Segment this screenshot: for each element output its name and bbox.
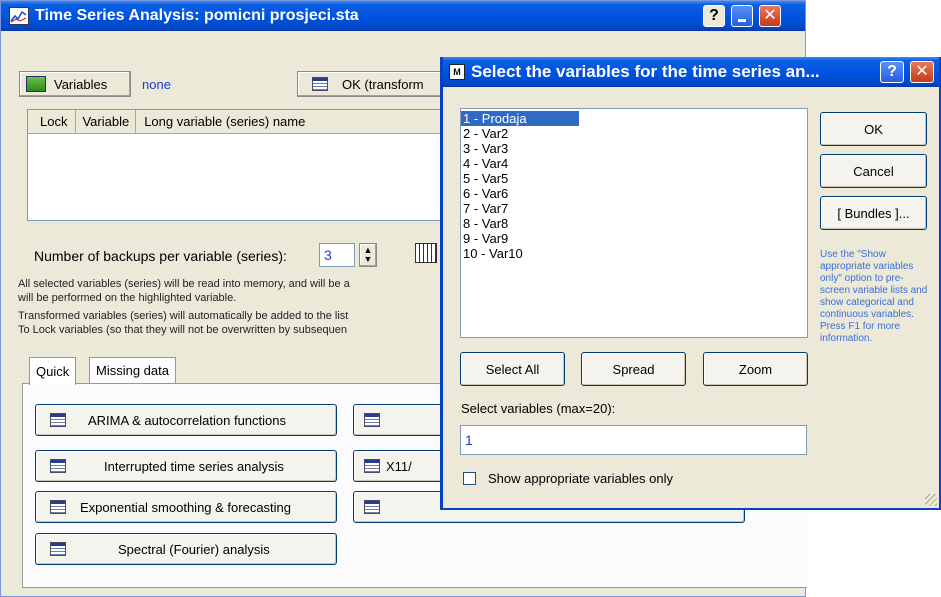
close-icon: ✕: [915, 63, 929, 80]
variable-list-item[interactable]: 7 - Var7: [461, 201, 807, 216]
interrupted-label: Interrupted time series analysis: [104, 458, 284, 474]
x11-label: X11/: [386, 458, 412, 474]
help-button[interactable]: ?: [703, 5, 725, 27]
cancel-label: Cancel: [853, 163, 894, 179]
spreadsheet-icon: [50, 413, 66, 427]
select-variables-dialog: M Select the variables for the time seri…: [440, 57, 941, 510]
ok-button[interactable]: OK: [820, 112, 927, 146]
spreadsheet-icon: [312, 77, 328, 91]
cancel-button[interactable]: Cancel: [820, 154, 927, 188]
dialog-title: Select the variables for the time series…: [471, 62, 820, 81]
grid-table-icon[interactable]: [415, 243, 437, 263]
bundles-button[interactable]: [ Bundles ]...: [820, 196, 927, 230]
checkbox-box[interactable]: [463, 472, 476, 485]
backups-value: 3: [324, 247, 332, 263]
info-line: To Lock variables (so that they will not…: [18, 324, 347, 336]
arima-label: ARIMA & autocorrelation functions: [88, 412, 286, 428]
info-line: Transformed variables (series) will auto…: [18, 310, 349, 322]
chart-app-icon: [9, 7, 29, 25]
close-button[interactable]: ✕: [759, 5, 781, 27]
main-titlebar[interactable]: Time Series Analysis: pomicni prosjeci.s…: [1, 1, 805, 31]
ok-transform-label: OK (transform: [342, 76, 424, 92]
main-window-title: Time Series Analysis: pomicni prosjeci.s…: [35, 7, 359, 24]
variable-list-item[interactable]: 10 - Var10: [461, 246, 807, 261]
variable-list-item[interactable]: 8 - Var8: [461, 216, 807, 231]
variable-list-item[interactable]: 5 - Var5: [461, 171, 807, 186]
minimize-button[interactable]: [731, 5, 753, 27]
help-text: Use the "Show appropriate variables only…: [820, 249, 928, 344]
variable-list-item[interactable]: 2 - Var2: [461, 126, 807, 141]
resize-grip[interactable]: [925, 494, 937, 506]
close-icon: ✕: [763, 7, 777, 24]
select-all-button[interactable]: Select All: [460, 352, 565, 386]
show-appropriate-label: Show appropriate variables only: [488, 471, 673, 486]
tab-missing-data-label: Missing data: [96, 363, 169, 378]
spreadsheet-icon: [364, 459, 380, 473]
spreadsheet-icon: [364, 500, 380, 514]
variable-list-item[interactable]: 9 - Var9: [461, 231, 807, 246]
backups-label: Number of backups per variable (series):: [34, 248, 287, 264]
tab-missing-data[interactable]: Missing data: [89, 357, 176, 383]
spread-button[interactable]: Spread: [581, 352, 686, 386]
spreadsheet-icon: [50, 500, 66, 514]
info-line: will be performed on the highlighted var…: [18, 292, 237, 304]
ok-label: OK: [864, 121, 883, 137]
ok-transform-button[interactable]: OK (transform: [297, 71, 457, 97]
tab-strip: Quick Missing data: [29, 357, 449, 385]
variables-dialog-icon: M: [449, 64, 465, 80]
info-line: All selected variables (series) will be …: [18, 278, 350, 290]
variables-icon: [26, 76, 46, 92]
spectral-button[interactable]: Spectral (Fourier) analysis: [35, 533, 337, 565]
variable-list-item[interactable]: 1 - Prodaja: [461, 111, 579, 126]
variable-list[interactable]: 1 - Prodaja 2 - Var2 3 - Var3 4 - Var4 5 - V…: [460, 108, 808, 338]
exponential-label: Exponential smoothing & forecasting: [80, 499, 292, 515]
exponential-button[interactable]: Exponential smoothing & forecasting: [35, 491, 337, 523]
variables-button-label: Variables: [54, 76, 108, 92]
spin-down-icon: ▼: [363, 254, 373, 264]
zoom-label: Zoom: [738, 361, 773, 377]
spreadsheet-icon: [50, 459, 66, 473]
dialog-close-button[interactable]: ✕: [910, 61, 934, 83]
tab-quick[interactable]: Quick: [29, 357, 77, 385]
variables-value: none: [142, 77, 171, 92]
interrupted-button[interactable]: Interrupted time series analysis: [35, 450, 337, 482]
variable-list-item[interactable]: 4 - Var4: [461, 156, 807, 171]
variables-table[interactable]: Lock Variable Long variable (series) nam…: [27, 109, 447, 221]
bundles-label: [ Bundles ]...: [837, 205, 910, 221]
variables-button[interactable]: Variables: [19, 71, 131, 97]
variable-list-item[interactable]: 6 - Var6: [461, 186, 807, 201]
spread-label: Spread: [612, 361, 655, 377]
select-all-label: Select All: [485, 361, 540, 377]
spectral-label: Spectral (Fourier) analysis: [118, 541, 270, 557]
select-variables-input[interactable]: 1: [460, 425, 807, 455]
dialog-help-button[interactable]: ?: [880, 61, 904, 83]
info-text: All selected variables (series) will be …: [18, 277, 438, 337]
right-button-1[interactable]: [353, 404, 453, 436]
zoom-button[interactable]: Zoom: [703, 352, 808, 386]
spreadsheet-icon: [364, 413, 380, 427]
spreadsheet-icon: [50, 542, 66, 556]
arima-button[interactable]: ARIMA & autocorrelation functions: [35, 404, 337, 436]
backups-spinner[interactable]: ▲ ▼: [359, 243, 377, 267]
table-header: Lock Variable Long variable (series) nam…: [28, 110, 446, 134]
x11-button[interactable]: X11/: [353, 450, 453, 482]
show-appropriate-checkbox[interactable]: Show appropriate variables only: [463, 471, 673, 486]
select-variables-label: Select variables (max=20):: [461, 401, 616, 416]
column-header-long-name[interactable]: Long variable (series) name: [136, 110, 311, 133]
column-header-variable[interactable]: Variable: [76, 110, 137, 133]
tab-quick-label: Quick: [36, 364, 70, 379]
select-variables-value: 1: [465, 432, 473, 448]
variable-list-items: 1 - Prodaja 2 - Var2 3 - Var3 4 - Var4 5 - V…: [461, 111, 807, 261]
backups-field[interactable]: 3: [319, 243, 355, 267]
variable-list-item[interactable]: 3 - Var3: [461, 141, 807, 156]
minimize-icon: [738, 18, 746, 22]
column-header-lock[interactable]: Lock: [28, 110, 77, 133]
dialog-titlebar[interactable]: M Select the variables for the time seri…: [443, 57, 939, 87]
